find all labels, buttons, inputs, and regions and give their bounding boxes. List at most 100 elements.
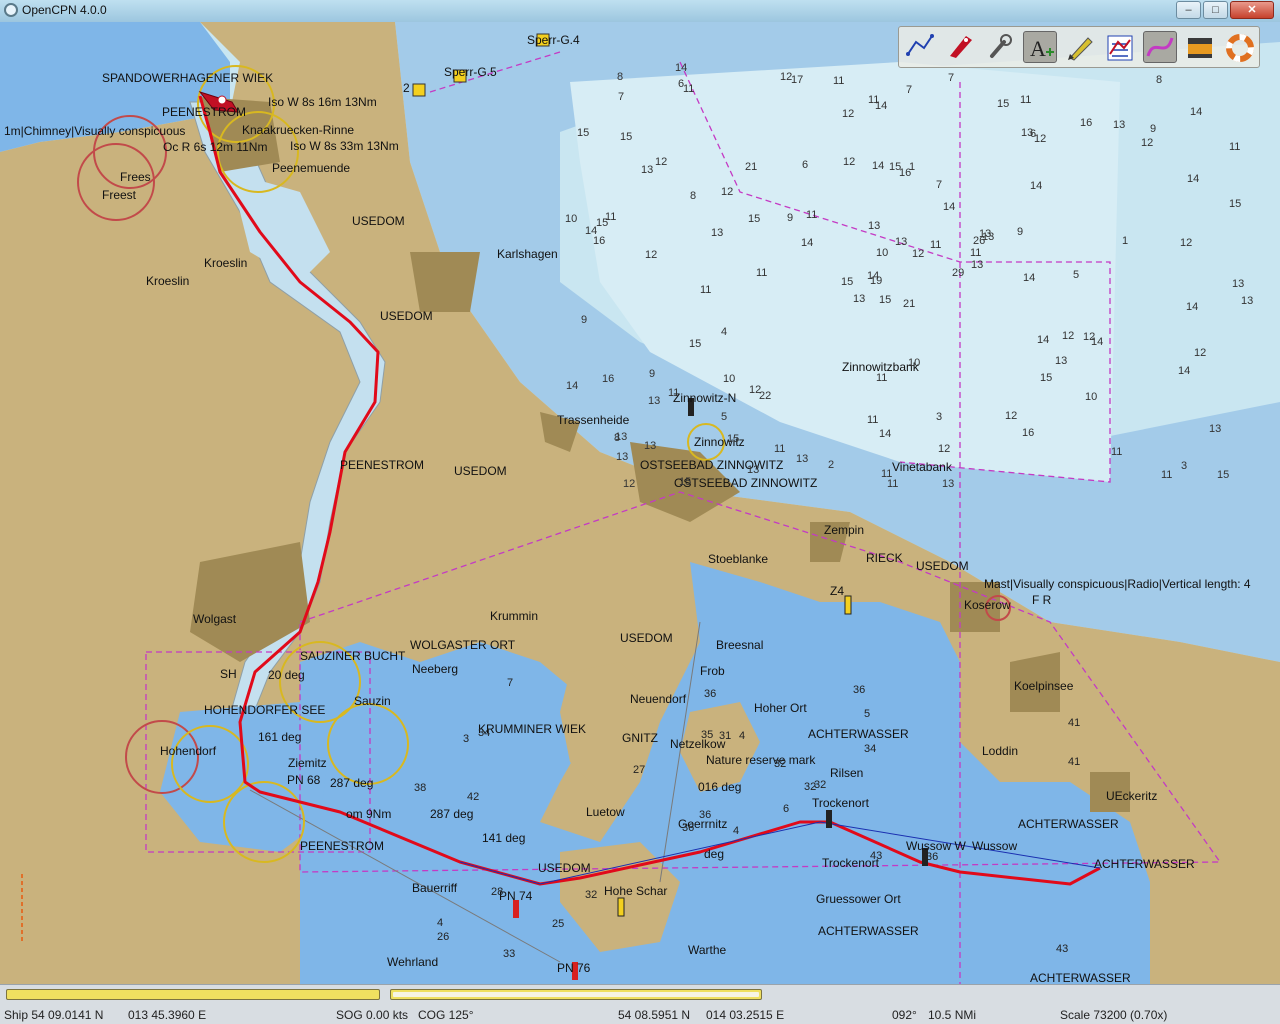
depth-sounding: 14	[1023, 272, 1036, 284]
depth-sounding: 13	[979, 228, 992, 240]
life-ring-button[interactable]	[1223, 31, 1257, 63]
depth-sounding: 9	[787, 212, 794, 224]
depth-sounding: 32	[585, 889, 598, 901]
depth-sounding: 13	[616, 451, 629, 463]
chart-bar-left[interactable]	[6, 989, 380, 1000]
route-tool-button[interactable]	[903, 31, 937, 63]
main-toolbar: A	[898, 26, 1260, 68]
depth-sounding: 15	[577, 127, 590, 139]
pencil-button[interactable]	[1063, 31, 1097, 63]
depth-sounding: 14	[801, 237, 814, 249]
depth-sounding: 13	[853, 293, 866, 305]
depth-sounding: 13	[942, 478, 955, 490]
special-buoy	[412, 83, 426, 97]
label-netzelkow: Netzelkow	[670, 737, 726, 751]
boat-track-button[interactable]	[943, 31, 977, 63]
depth-sounding: 11	[868, 94, 880, 106]
depth-sounding: 12	[1062, 330, 1075, 342]
label-z4: Z4	[830, 584, 845, 598]
label-neuendorf: Neuendorf	[630, 692, 687, 706]
label-frob: Frob	[700, 664, 725, 678]
text-button[interactable]: A	[1023, 31, 1057, 63]
course-over-ground: COG 125°	[418, 1008, 474, 1022]
label-gruessower-ort: Gruessower Ort	[816, 892, 901, 906]
chart-list-button[interactable]	[1103, 31, 1137, 63]
depth-sounding: 36	[704, 688, 717, 700]
depth-sounding: 7	[618, 91, 625, 103]
minimize-button[interactable]: –	[1176, 1, 1201, 19]
depth-sounding: 11	[683, 83, 695, 95]
depth-sounding: 32	[814, 779, 827, 791]
chart-canvas[interactable]: SPANDOWERHAGENER WIEK PEENESTROM Iso W 8…	[0, 22, 1280, 984]
label-usedom-5: USEDOM	[620, 631, 673, 645]
depth-sounding: 3	[463, 733, 470, 745]
depth-sounding: 15	[689, 338, 702, 350]
label-141-deg: 141 deg	[482, 831, 526, 845]
depth-sounding: 15	[679, 476, 692, 488]
track-icon	[1146, 37, 1174, 57]
title-bar: OpenCPN 4.0.0 – □ ✕	[0, 0, 1280, 23]
track-button[interactable]	[1143, 31, 1177, 63]
depth-sounding: 16	[899, 167, 912, 179]
label-ostseebad-2: OSTSEEBAD ZINNOWITZ	[674, 476, 818, 490]
depth-sounding: 13	[868, 220, 881, 232]
depth-sounding: 7	[906, 84, 913, 96]
cardinal-buoy	[617, 897, 625, 917]
depth-sounding: 31	[719, 730, 732, 742]
depth-sounding: 13	[711, 227, 724, 239]
depth-sounding: 13	[796, 453, 809, 465]
cursor-latitude: 54 08.5951 N	[618, 1008, 691, 1022]
maximize-button[interactable]: □	[1203, 1, 1228, 19]
depth-sounding: 35	[701, 729, 714, 741]
label-sauziner-bucht: SAUZINER BUCHT	[300, 649, 406, 663]
depth-sounding: 12	[623, 478, 636, 490]
depth-sounding: 12	[1034, 133, 1047, 145]
label-bauerriff: Bauerriff	[412, 881, 458, 895]
depth-sounding: 4	[739, 730, 746, 742]
depth-sounding: 12	[912, 248, 925, 260]
depth-sounding: 8	[1156, 74, 1163, 86]
color-scheme-button[interactable]	[1183, 31, 1217, 63]
label-287-deg: 287 deg	[330, 776, 374, 790]
label-luetow: Luetow	[586, 805, 625, 819]
label-achterwasser-2: ACHTERWASSER	[1018, 817, 1119, 831]
label-ostseebad-1: OSTSEEBAD ZINNOWITZ	[640, 458, 784, 472]
label-zempin: Zempin	[824, 523, 865, 537]
label-light-oc-r: Oc R 6s 12m 11Nm	[163, 140, 268, 154]
settings-wrench-button[interactable]	[983, 31, 1017, 63]
cursor-longitude: 014 03.2515 E	[706, 1008, 785, 1022]
depth-sounding: 36	[853, 684, 866, 696]
depth-sounding: 11	[756, 267, 768, 279]
label-achterwasser-1: ACHTERWASSER	[808, 727, 909, 741]
depth-sounding: 11	[1229, 141, 1241, 153]
depth-sounding: 4	[721, 326, 728, 338]
depth-sounding: 6	[783, 803, 790, 815]
depth-sounding: 13	[1021, 127, 1034, 139]
depth-sounding: 12	[1083, 331, 1096, 343]
depth-sounding: 16	[602, 373, 615, 385]
depth-sounding: 16	[1022, 427, 1035, 439]
label-stoeblanke: Stoeblanke	[708, 552, 769, 566]
label-krumminer-wiek: KRUMMINER WIEK	[478, 722, 586, 736]
close-button[interactable]: ✕	[1230, 1, 1274, 19]
label-ziemitz: Ziemitz	[288, 756, 327, 770]
depth-sounding: 5	[864, 708, 871, 720]
depth-sounding: 11	[774, 443, 786, 455]
label-rilsen: Rilsen	[830, 766, 864, 780]
label-achterwasser-5: ACHTERWASSER	[1030, 971, 1131, 985]
chart-bar-right[interactable]	[390, 989, 762, 1000]
depth-sounding: 13	[1113, 119, 1126, 131]
depth-sounding: 34	[864, 743, 877, 755]
label-gnitz: GNITZ	[622, 731, 658, 745]
depth-sounding: 15	[1040, 372, 1053, 384]
depth-sounding: 11	[887, 478, 899, 490]
text-icon: A	[1030, 36, 1054, 61]
depth-sounding: 12	[1141, 137, 1154, 149]
depth-sounding: 38	[414, 782, 427, 794]
depth-sounding: 16	[1080, 117, 1093, 129]
depth-sounding: 14	[1190, 106, 1203, 118]
depth-sounding: 13	[648, 395, 661, 407]
depth-sounding: 14	[867, 270, 880, 282]
life-ring-icon	[1226, 34, 1254, 62]
label-ueckeritz: UEckeritz	[1106, 789, 1158, 803]
